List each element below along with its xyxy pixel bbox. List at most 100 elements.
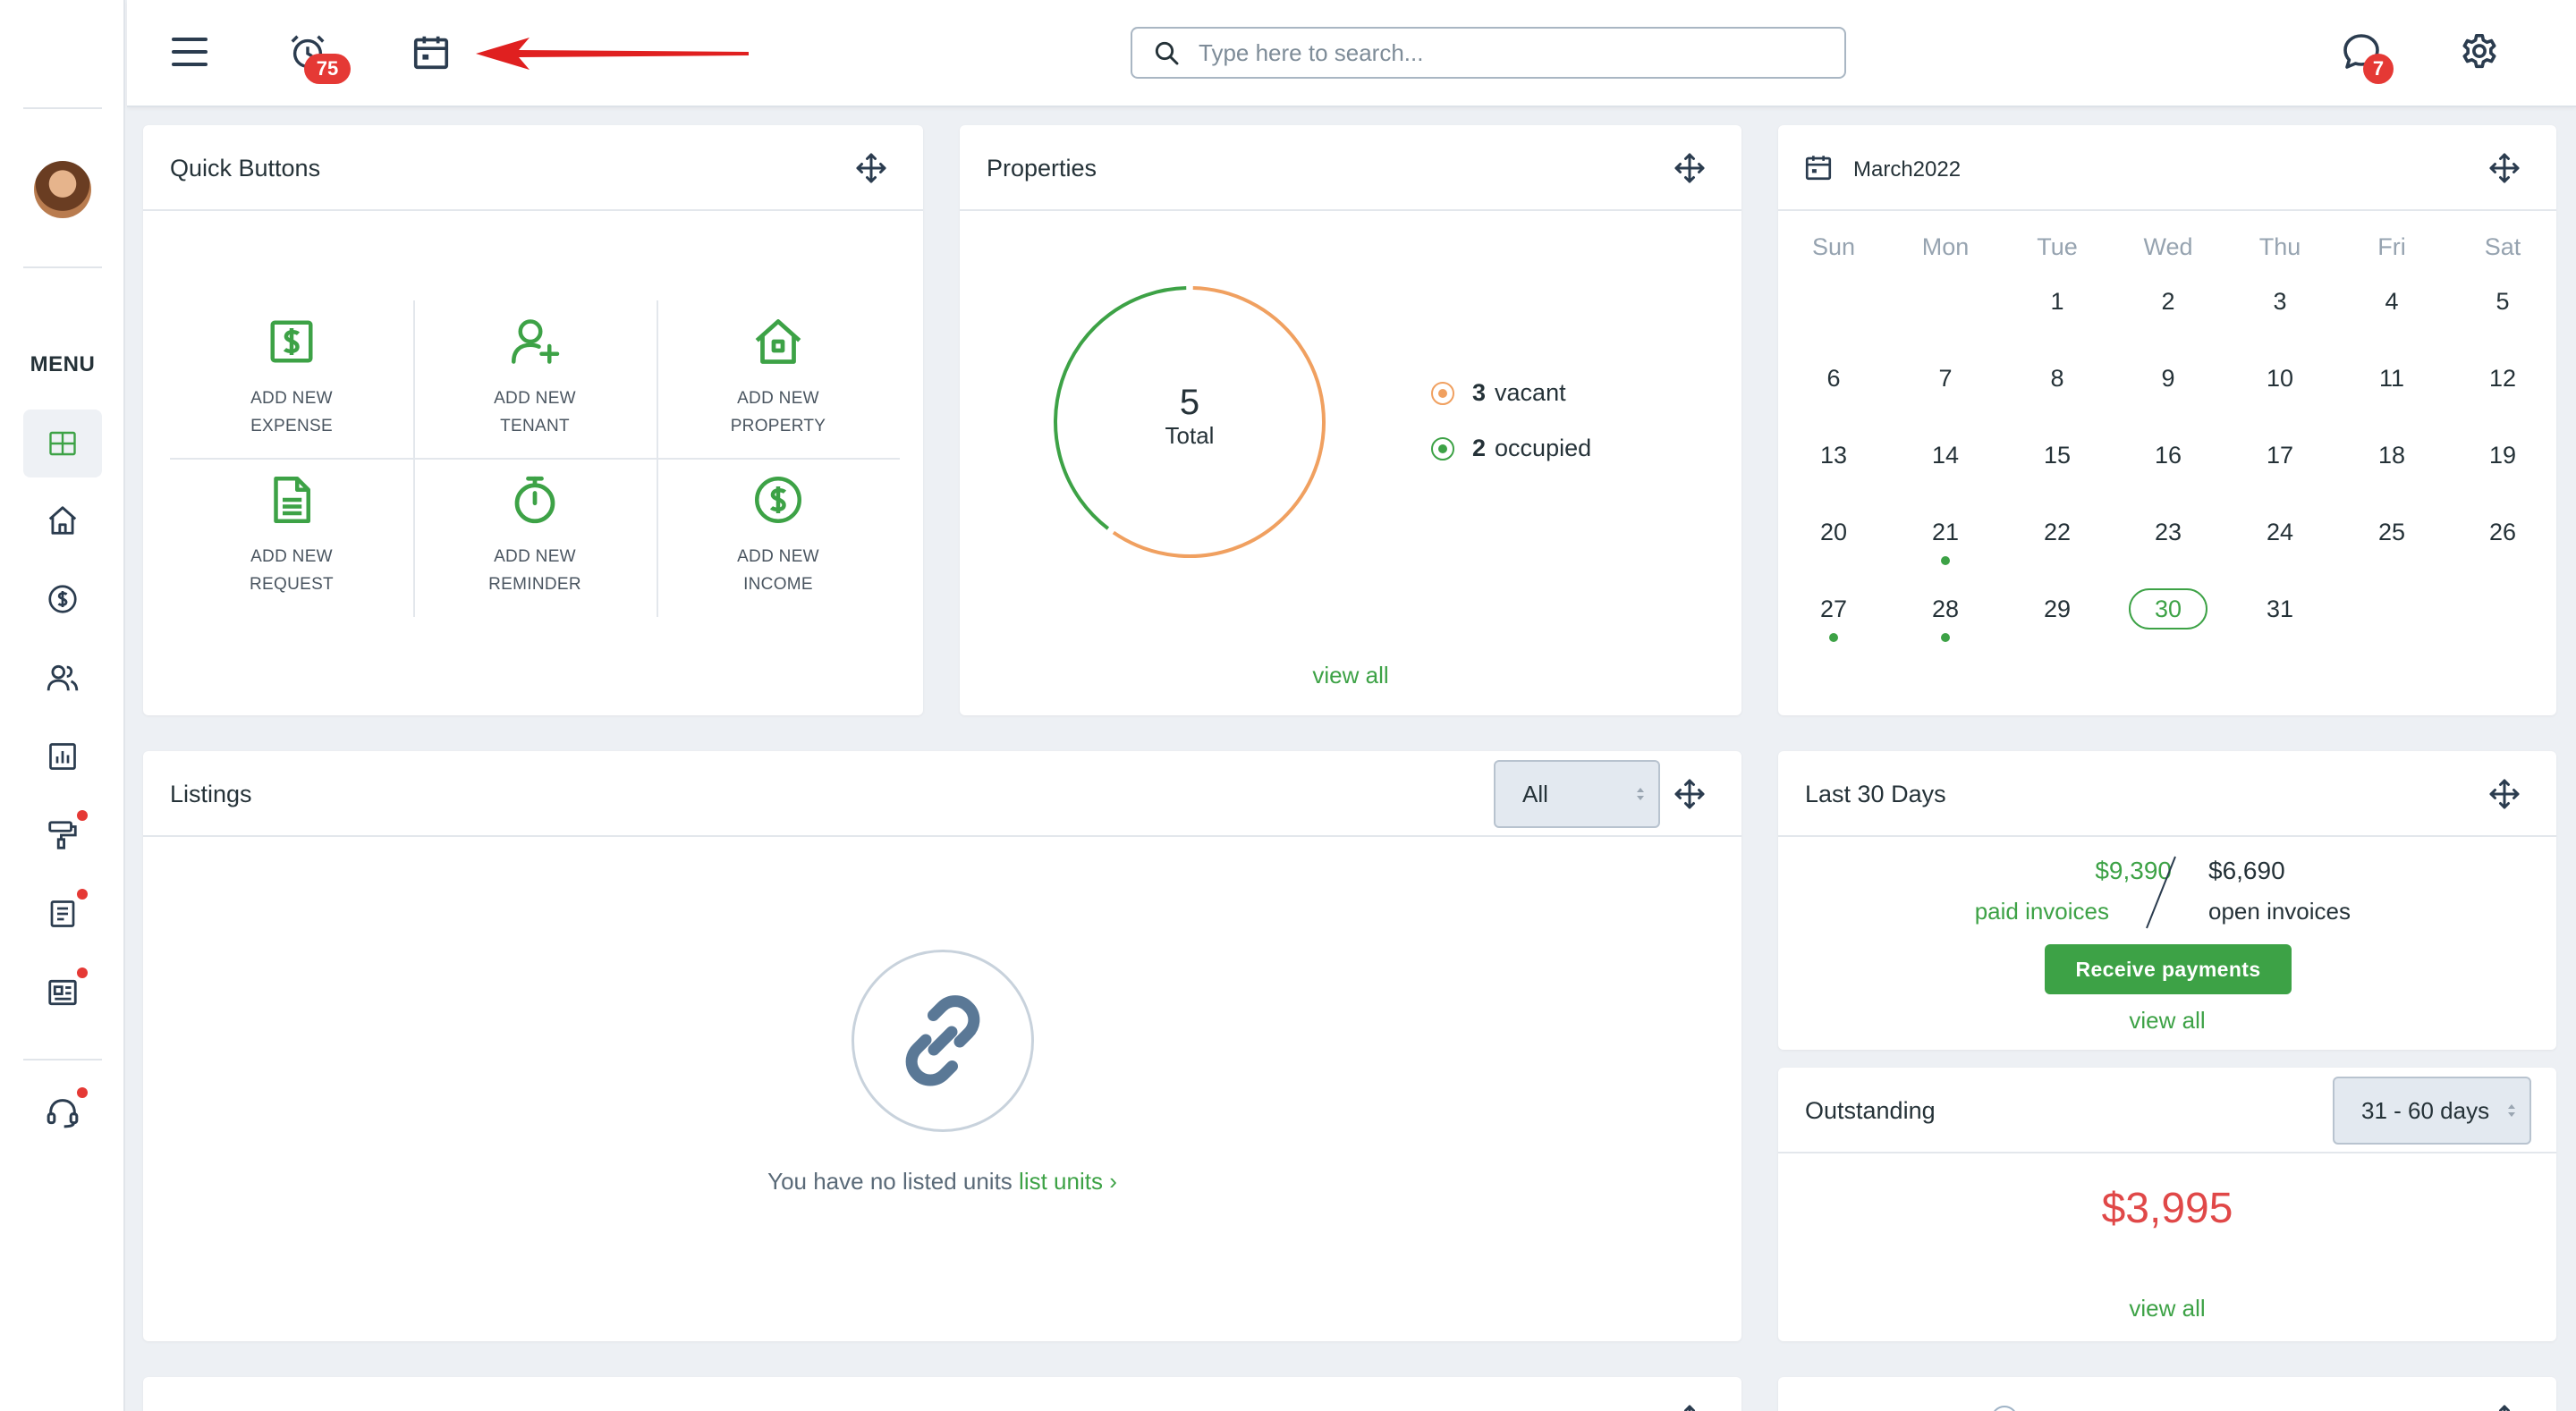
listings-empty-text: You have no listed units bbox=[767, 1168, 1013, 1195]
sidebar-item-accounting[interactable] bbox=[23, 565, 102, 633]
calendar-day[interactable]: 15 bbox=[2012, 442, 2102, 469]
qb-label-line2: EXPENSE bbox=[250, 417, 333, 435]
avatar[interactable] bbox=[34, 161, 91, 218]
calendar-day[interactable]: 12 bbox=[2458, 365, 2547, 393]
hamburger-icon bbox=[172, 38, 208, 66]
properties-view-all-link[interactable]: view all bbox=[960, 662, 1741, 689]
card-header: Outstanding 31 - 60 days bbox=[1778, 1068, 2556, 1153]
occupied-count: 2 bbox=[1472, 435, 1487, 461]
calendar-day[interactable]: 30 bbox=[2123, 596, 2213, 623]
add-property-button[interactable]: ADD NEW PROPERTY bbox=[657, 300, 900, 459]
move-icon[interactable] bbox=[2488, 778, 2521, 810]
paint-roller-icon bbox=[48, 821, 77, 849]
card-title: Last 30 Days bbox=[1805, 781, 1946, 807]
add-request-button[interactable]: ADD NEW REQUEST bbox=[170, 459, 413, 617]
outstanding-view-all-link[interactable]: view all bbox=[1778, 1295, 2556, 1322]
add-tenant-button[interactable]: ADD NEW TENANT bbox=[413, 300, 657, 459]
calendar-day[interactable]: 2 bbox=[2123, 288, 2213, 316]
calendar-day[interactable]: 3 bbox=[2235, 288, 2325, 316]
bottom-card-right bbox=[1778, 1377, 2556, 1411]
calendar-day[interactable]: 20 bbox=[1789, 519, 1878, 546]
move-icon[interactable] bbox=[1674, 1404, 1706, 1411]
open-invoices-amount: $6,690 bbox=[2208, 857, 2285, 884]
weekday-label: Wed bbox=[2143, 233, 2193, 260]
calendar-day[interactable]: 5 bbox=[2458, 288, 2547, 316]
chart-icon bbox=[49, 743, 76, 770]
calendar-day[interactable]: 22 bbox=[2012, 519, 2102, 546]
event-dot bbox=[1941, 556, 1950, 565]
calendar-button[interactable] bbox=[404, 25, 458, 79]
sidebar-item-documents[interactable] bbox=[23, 880, 102, 948]
last30-view-all-link[interactable]: view all bbox=[1778, 1007, 2556, 1035]
sidebar-item-people[interactable] bbox=[23, 644, 102, 712]
add-expense-button[interactable]: ADD NEW EXPENSE bbox=[170, 300, 413, 459]
outstanding-range-select[interactable]: 31 - 60 days bbox=[2333, 1077, 2531, 1145]
calendar-day[interactable]: 17 bbox=[2235, 442, 2325, 469]
sidebar-item-reports[interactable] bbox=[23, 722, 102, 790]
qb-label-line1: ADD NEW bbox=[250, 389, 333, 408]
listings-filter-select[interactable]: All bbox=[1494, 760, 1660, 828]
move-icon[interactable] bbox=[2488, 1404, 2521, 1411]
sidebar-item-maintenance[interactable] bbox=[23, 801, 102, 869]
calendar-day[interactable]: 24 bbox=[2235, 519, 2325, 546]
messages-button[interactable]: 7 bbox=[2334, 25, 2394, 84]
add-reminder-button[interactable]: ADD NEW REMINDER bbox=[413, 459, 657, 617]
calendar-day[interactable]: 8 bbox=[2012, 365, 2102, 393]
calendar-day[interactable]: 27 bbox=[1789, 596, 1878, 623]
calendar-day[interactable]: 4 bbox=[2347, 288, 2436, 316]
calendar-day[interactable]: 25 bbox=[2347, 519, 2436, 546]
weekday-label: Thu bbox=[2258, 233, 2301, 260]
search-input[interactable] bbox=[1199, 38, 1825, 67]
status-indicator-icon bbox=[1991, 1406, 2018, 1411]
calendar-day[interactable]: 19 bbox=[2458, 442, 2547, 469]
add-income-button[interactable]: ADD NEW INCOME bbox=[657, 459, 900, 617]
sidebar-item-properties[interactable] bbox=[23, 486, 102, 554]
qb-label-line1: ADD NEW bbox=[494, 547, 576, 566]
move-icon[interactable] bbox=[855, 152, 887, 184]
calendar-day[interactable]: 21 bbox=[1901, 519, 1990, 546]
settings-button[interactable] bbox=[2453, 25, 2506, 79]
calendar-day[interactable]: 31 bbox=[2235, 596, 2325, 623]
alarm-button[interactable]: 75 bbox=[281, 25, 351, 84]
calendar-day[interactable]: 26 bbox=[2458, 519, 2547, 546]
calendar-day[interactable]: 6 bbox=[1789, 365, 1878, 393]
calendar-day[interactable]: 1 bbox=[2012, 288, 2102, 316]
search-icon bbox=[1155, 41, 1179, 65]
move-icon[interactable] bbox=[2488, 152, 2521, 184]
gear-icon bbox=[2462, 33, 2496, 69]
legend-vacant: 3 vacant bbox=[1431, 379, 1566, 407]
calendar-day[interactable]: 29 bbox=[2012, 596, 2102, 623]
search-box[interactable] bbox=[1131, 27, 1846, 79]
move-icon[interactable] bbox=[1674, 152, 1706, 184]
card-header: Last 30 Days bbox=[1778, 751, 2556, 837]
menu-toggle-button[interactable] bbox=[163, 25, 216, 79]
sidebar-divider bbox=[23, 1059, 102, 1060]
list-units-link[interactable]: list units › bbox=[1019, 1168, 1117, 1195]
calendar-icon bbox=[413, 36, 449, 70]
listings-card: Listings All You have no listed units li… bbox=[143, 751, 1741, 1341]
calendar-day[interactable]: 7 bbox=[1901, 365, 1990, 393]
calendar-day[interactable]: 23 bbox=[2123, 519, 2213, 546]
calendar-small-icon bbox=[1805, 156, 1832, 181]
calendar-day[interactable]: 16 bbox=[2123, 442, 2213, 469]
sidebar-item-listings[interactable] bbox=[23, 959, 102, 1027]
card-title: Quick Buttons bbox=[170, 155, 321, 182]
calendar-day[interactable]: 9 bbox=[2123, 365, 2213, 393]
card-header: Quick Buttons bbox=[143, 125, 923, 211]
vacant-marker-icon bbox=[1431, 381, 1454, 405]
receive-payments-button[interactable]: Receive payments bbox=[2045, 944, 2292, 994]
calendar-day[interactable]: 28 bbox=[1901, 596, 1990, 623]
calendar-day[interactable]: 10 bbox=[2235, 365, 2325, 393]
sidebar-item-dashboard[interactable] bbox=[23, 410, 102, 477]
card-title: Properties bbox=[987, 155, 1097, 182]
move-icon[interactable] bbox=[1674, 778, 1706, 810]
properties-total-label: Total bbox=[1165, 422, 1215, 449]
calendar-day[interactable]: 11 bbox=[2347, 365, 2436, 393]
newspaper-icon bbox=[48, 979, 77, 1006]
calendar-day[interactable]: 14 bbox=[1901, 442, 1990, 469]
calendar-day[interactable]: 13 bbox=[1789, 442, 1878, 469]
calendar-day[interactable]: 18 bbox=[2347, 442, 2436, 469]
outstanding-card: Outstanding 31 - 60 days $3,995 view all bbox=[1778, 1068, 2556, 1341]
sidebar-item-support[interactable] bbox=[23, 1078, 102, 1146]
listings-filter-value: All bbox=[1522, 780, 1548, 807]
